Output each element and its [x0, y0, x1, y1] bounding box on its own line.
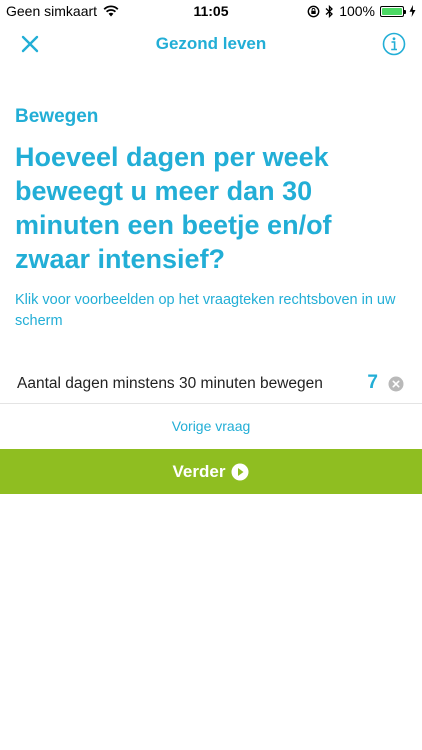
next-button[interactable]: Verder [0, 449, 422, 494]
status-bar: Geen simkaart 11:05 100% [0, 0, 422, 22]
play-circle-icon [231, 463, 249, 480]
days-field-row[interactable]: Aantal dagen minstens 30 minuten bewegen… [0, 364, 422, 404]
bluetooth-icon [325, 4, 334, 18]
orientation-lock-icon [307, 5, 320, 17]
charging-icon [409, 5, 416, 17]
page-title: Gezond leven [155, 34, 267, 53]
battery-fill [382, 7, 402, 15]
hint-text: Klik voor voorbeelden op het vraagteken … [15, 292, 396, 329]
clear-icon[interactable] [388, 376, 404, 392]
next-button-label: Verder [172, 461, 226, 481]
status-right: 100% [307, 3, 416, 19]
info-icon[interactable] [380, 30, 408, 58]
navigation-bar: Gezond leven [0, 22, 422, 66]
question-text: Hoeveel dagen per week beweegt u meer da… [15, 142, 332, 274]
days-field-value[interactable]: 7 [367, 372, 378, 394]
previous-question-link[interactable]: Vorige vraag [0, 418, 422, 434]
days-field-label: Aantal dagen minstens 30 minuten bewegen [17, 375, 323, 392]
section-label: Bewegen [15, 106, 99, 127]
battery-percent: 100% [339, 3, 375, 19]
battery-icon [380, 5, 406, 17]
